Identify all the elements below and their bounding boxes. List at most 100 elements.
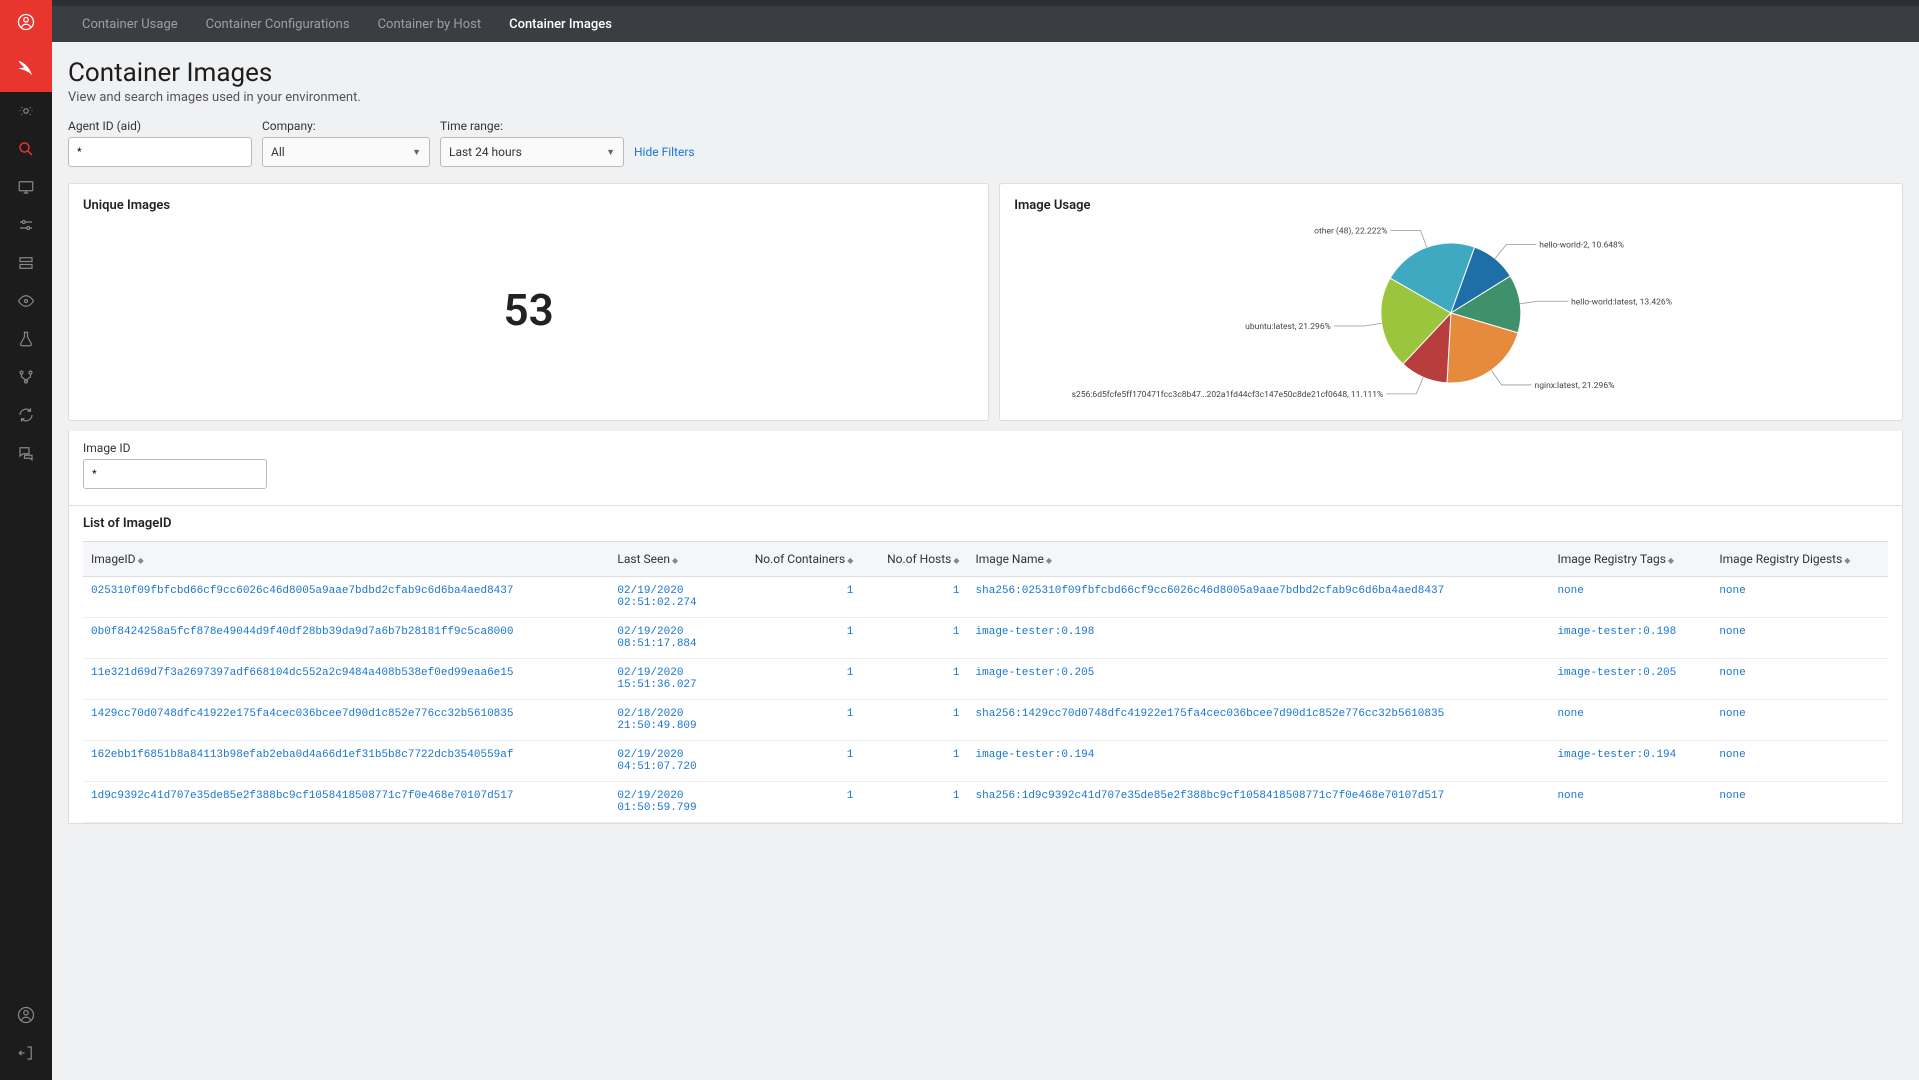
sidebar-user-icon[interactable]: [0, 0, 52, 44]
cell-tags[interactable]: none: [1549, 577, 1711, 618]
col-hosts[interactable]: No.of Hosts◆: [861, 542, 967, 577]
cell-hosts[interactable]: 1: [861, 741, 967, 782]
cell-imageid[interactable]: 1429cc70d0748dfc41922e175fa4cec036bcee7d…: [83, 700, 609, 741]
cell-imageid[interactable]: 11e321d69d7f3a2697397adf668104dc552a2c94…: [83, 659, 609, 700]
cell-imageid[interactable]: 1d9c9392c41d707e35de85e2f388bc9cf1058418…: [83, 782, 609, 823]
cell-containers[interactable]: 1: [724, 659, 862, 700]
timerange-label: Time range:: [440, 119, 624, 133]
cell-digests[interactable]: none: [1711, 659, 1888, 700]
col-imageid[interactable]: ImageID◆: [83, 542, 609, 577]
cell-digests[interactable]: none: [1711, 618, 1888, 659]
cell-imagename[interactable]: image-tester:0.198: [968, 618, 1550, 659]
cell-containers[interactable]: 1: [724, 577, 862, 618]
sidebar-monitor-icon[interactable]: [0, 168, 52, 206]
cell-hosts[interactable]: 1: [861, 782, 967, 823]
list-title: List of ImageID: [83, 516, 1888, 531]
sidebar-search-icon[interactable]: [0, 130, 52, 168]
image-usage-card: Image Usage other (48), 22.222% hello-wor…: [999, 183, 1903, 421]
col-lastseen[interactable]: Last Seen◆: [609, 542, 723, 577]
cell-tags[interactable]: image-tester:0.194: [1549, 741, 1711, 782]
falcon-logo-icon[interactable]: [0, 44, 52, 92]
pie-label: s256:6d5fcfe5ff170471fcc3c8b47…202a1fd44…: [1072, 390, 1384, 400]
cell-lastseen: 02/19/202002:51:02.274: [609, 577, 723, 618]
cell-imagename[interactable]: sha256:025310f09fbfcbd66cf9cc6026c46d800…: [968, 577, 1550, 618]
sidebar-eye-icon[interactable]: [0, 282, 52, 320]
sidebar-flask-icon[interactable]: [0, 320, 52, 358]
col-imagename[interactable]: Image Name◆: [968, 542, 1550, 577]
tab-container-images[interactable]: Container Images: [495, 6, 626, 42]
sidebar-chat-icon[interactable]: [0, 434, 52, 472]
sidebar-profile-icon[interactable]: [0, 996, 52, 1034]
cell-hosts[interactable]: 1: [861, 618, 967, 659]
cell-digests[interactable]: none: [1711, 782, 1888, 823]
company-label: Company:: [262, 119, 430, 133]
page-title: Container Images: [68, 58, 1903, 88]
cell-containers[interactable]: 1: [724, 741, 862, 782]
sort-icon: ◆: [1844, 556, 1850, 565]
image-usage-title: Image Usage: [1014, 198, 1888, 213]
cell-imagename[interactable]: image-tester:0.205: [968, 659, 1550, 700]
cell-imageid[interactable]: 162ebb1f6851b8a84113b98efab2eba0d4a66d1e…: [83, 741, 609, 782]
tab-container-by-host[interactable]: Container by Host: [364, 6, 496, 42]
sort-icon: ◆: [1046, 556, 1052, 565]
image-list-block: List of ImageID ImageID◆ Last Seen◆ No.o…: [68, 506, 1903, 824]
tab-container-configurations[interactable]: Container Configurations: [192, 6, 364, 42]
cell-lastseen: 02/19/202001:50:59.799: [609, 782, 723, 823]
col-tags[interactable]: Image Registry Tags◆: [1549, 542, 1711, 577]
image-id-input[interactable]: [83, 459, 267, 489]
sidebar-sliders-icon[interactable]: [0, 206, 52, 244]
pie-label: other (48), 22.222%: [1314, 225, 1387, 236]
sort-icon: ◆: [953, 556, 959, 565]
cell-tags[interactable]: image-tester:0.205: [1549, 659, 1711, 700]
company-select[interactable]: All ▼: [262, 137, 430, 167]
cell-imagename[interactable]: sha256:1d9c9392c41d707e35de85e2f388bc9cf…: [968, 782, 1550, 823]
image-usage-pie-chart: other (48), 22.222% hello-world-2, 10.648…: [1014, 213, 1888, 403]
table-row: 025310f09fbfcbd66cf9cc6026c46d8005a9aae7…: [83, 577, 1888, 618]
sidebar-logout-icon[interactable]: [0, 1034, 52, 1072]
chevron-down-icon: ▼: [412, 147, 421, 158]
cell-digests[interactable]: none: [1711, 577, 1888, 618]
table-row: 1429cc70d0748dfc41922e175fa4cec036bcee7d…: [83, 700, 1888, 741]
cell-tags[interactable]: image-tester:0.198: [1549, 618, 1711, 659]
hide-filters-link[interactable]: Hide Filters: [634, 145, 695, 167]
image-id-filter-block: Image ID: [68, 431, 1903, 506]
sidebar: [0, 0, 52, 1080]
cell-hosts[interactable]: 1: [861, 659, 967, 700]
cell-digests[interactable]: none: [1711, 741, 1888, 782]
timerange-select[interactable]: Last 24 hours ▼: [440, 137, 624, 167]
tab-container-usage[interactable]: Container Usage: [68, 6, 192, 42]
cell-containers[interactable]: 1: [724, 700, 862, 741]
cell-containers[interactable]: 1: [724, 782, 862, 823]
cell-imageid[interactable]: 0b0f8424258a5fcf878e49044d9f40df28bb39da…: [83, 618, 609, 659]
col-containers[interactable]: No.of Containers◆: [724, 542, 862, 577]
table-row: 162ebb1f6851b8a84113b98efab2eba0d4a66d1e…: [83, 741, 1888, 782]
cell-tags[interactable]: none: [1549, 782, 1711, 823]
cell-hosts[interactable]: 1: [861, 700, 967, 741]
tab-bar: Container Usage Container Configurations…: [52, 6, 1919, 42]
sidebar-server-icon[interactable]: [0, 244, 52, 282]
cell-lastseen: 02/19/202015:51:36.027: [609, 659, 723, 700]
cell-containers[interactable]: 1: [724, 618, 862, 659]
cell-imagename[interactable]: sha256:1429cc70d0748dfc41922e175fa4cec03…: [968, 700, 1550, 741]
cell-imagename[interactable]: image-tester:0.194: [968, 741, 1550, 782]
image-table: ImageID◆ Last Seen◆ No.of Containers◆ No…: [83, 541, 1888, 823]
cell-imageid[interactable]: 025310f09fbfcbd66cf9cc6026c46d8005a9aae7…: [83, 577, 609, 618]
table-row: 0b0f8424258a5fcf878e49044d9f40df28bb39da…: [83, 618, 1888, 659]
chevron-down-icon: ▼: [606, 147, 615, 158]
sidebar-activity-icon[interactable]: [0, 92, 52, 130]
sidebar-refresh-icon[interactable]: [0, 396, 52, 434]
cell-lastseen: 02/18/202021:50:49.809: [609, 700, 723, 741]
cell-digests[interactable]: none: [1711, 700, 1888, 741]
agent-id-input[interactable]: [68, 137, 252, 167]
cell-hosts[interactable]: 1: [861, 577, 967, 618]
sidebar-branch-icon[interactable]: [0, 358, 52, 396]
unique-images-card: Unique Images 53: [68, 183, 989, 421]
pie-label: hello-world-2, 10.648%: [1540, 241, 1625, 251]
cell-tags[interactable]: none: [1549, 700, 1711, 741]
page-subtitle: View and search images used in your envi…: [68, 90, 1903, 105]
unique-images-value: 53: [503, 284, 553, 336]
cell-lastseen: 02/19/202008:51:17.884: [609, 618, 723, 659]
col-digests[interactable]: Image Registry Digests◆: [1711, 542, 1888, 577]
cell-lastseen: 02/19/202004:51:07.720: [609, 741, 723, 782]
pie-label: hello-world:latest, 13.426%: [1571, 297, 1672, 307]
